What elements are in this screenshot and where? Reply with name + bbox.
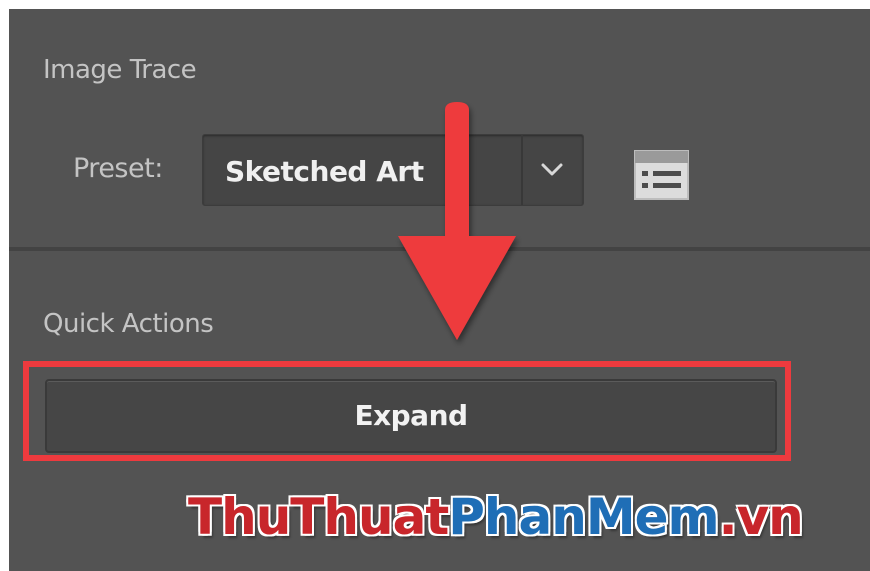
trace-options-icon[interactable]	[633, 149, 690, 201]
highlight-box	[23, 361, 791, 461]
watermark-part-1: ThuThuat	[188, 488, 449, 546]
watermark-part-2: PhanMem	[448, 488, 719, 546]
arrow-down-icon	[398, 102, 516, 340]
image-trace-title: Image Trace	[43, 55, 197, 85]
quick-actions-title: Quick Actions	[43, 309, 214, 339]
chevron-down-icon[interactable]	[537, 155, 567, 185]
preset-label: Preset:	[73, 153, 163, 184]
watermark-part-3: .vn	[718, 488, 804, 546]
watermark: ThuThuatPhanMem.vn	[188, 488, 804, 546]
